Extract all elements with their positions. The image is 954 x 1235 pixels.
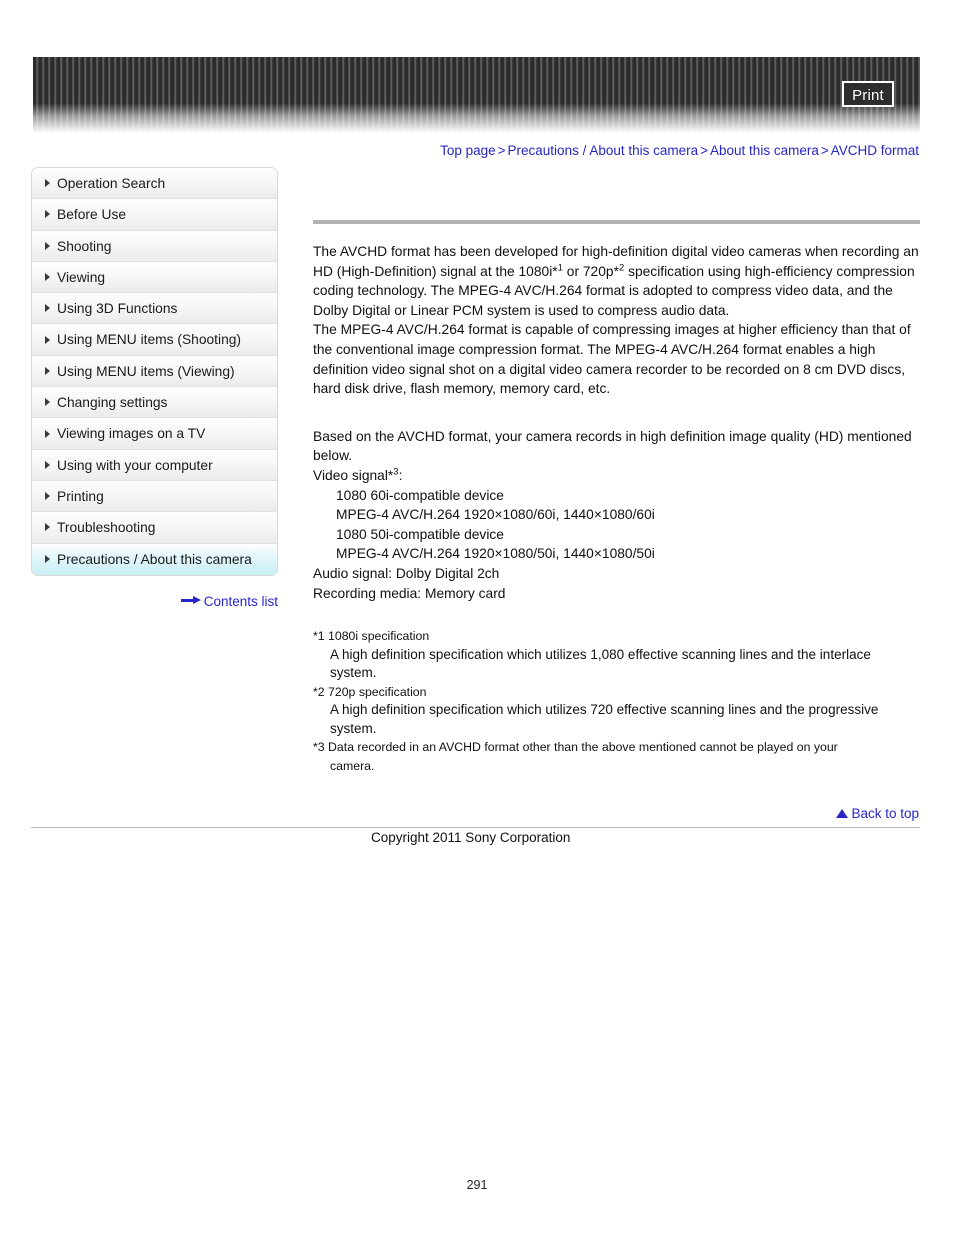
sidebar-item-using-menu-items-shooting[interactable]: Using MENU items (Shooting)	[32, 324, 277, 356]
breadcrumb-separator: >	[820, 143, 829, 158]
breadcrumb-item-about-this-camera[interactable]: About this camera	[710, 143, 819, 158]
sidebar-item-label: Troubleshooting	[57, 520, 156, 536]
arrow-right-icon	[180, 596, 201, 605]
spec-line: MPEG-4 AVC/H.264 1920×1080/50i, 1440×108…	[336, 546, 655, 562]
copyright-text: Copyright 2011 Sony Corporation	[371, 830, 571, 845]
video-signal-colon: :	[398, 467, 403, 483]
sidebar-item-label: Shooting	[57, 238, 112, 254]
content-top-rule	[313, 220, 920, 224]
triangle-right-icon	[45, 366, 50, 375]
triangle-right-icon	[45, 179, 50, 188]
main-content: The AVCHD format has been developed for …	[313, 220, 920, 775]
triangle-right-icon	[45, 335, 50, 344]
header-banner: Print	[33, 57, 920, 133]
sidebar-item-changing-settings[interactable]: Changing settings	[32, 387, 277, 419]
footnote-body: A high definition specification which ut…	[330, 702, 879, 736]
print-button[interactable]: Print	[842, 81, 894, 107]
spec-line: 1080 60i-compatible device	[336, 487, 504, 503]
footnote-label: *1 1080i specification	[313, 629, 430, 644]
contents-list-link[interactable]: Contents list	[0, 593, 278, 609]
breadcrumb: Top page > Precautions / About this camera…	[0, 143, 919, 158]
footnote-label: *3 Data recorded in an AVCHD format othe…	[313, 740, 838, 755]
back-to-top-label: Back to top	[851, 806, 919, 821]
footnotes-section: *1 1080i specification A high definition…	[313, 627, 920, 775]
contents-list-label: Contents list	[203, 593, 278, 609]
sidebar-nav: Operation Search Before Use Shooting Vie…	[31, 167, 278, 576]
sidebar-item-label: Before Use	[57, 207, 127, 223]
paragraph-based-on-avchd: Based on the AVCHD format, your camera r…	[313, 428, 912, 464]
triangle-right-icon	[45, 555, 50, 564]
triangle-right-icon	[45, 398, 50, 407]
sidebar-item-label: Using 3D Functions	[57, 301, 178, 317]
sidebar-item-label: Using MENU items (Viewing)	[57, 363, 235, 379]
triangle-right-icon	[45, 492, 50, 501]
paragraph-avchd-intro: The AVCHD format has been developed for …	[313, 242, 920, 320]
sidebar-item-printing[interactable]: Printing	[32, 480, 277, 513]
sidebar-item-using-menu-items-viewing[interactable]: Using MENU items (Viewing)	[32, 355, 277, 388]
sidebar-item-using-3d-functions[interactable]: Using 3D Functions	[32, 293, 277, 325]
page-number: 291	[466, 1178, 488, 1192]
sidebar-item-label: Using with your computer	[57, 457, 213, 473]
triangle-right-icon	[45, 210, 50, 219]
audio-signal-line: Audio signal: Dolby Digital 2ch	[313, 565, 500, 581]
spec-line: 1080 50i-compatible device	[336, 526, 504, 542]
paragraph-part-2: or 720p*	[562, 263, 619, 279]
video-signal-label: Video signal*	[313, 467, 394, 483]
triangle-right-icon	[45, 429, 50, 438]
sidebar-item-label: Using MENU items (Shooting)	[57, 332, 242, 348]
sidebar-item-using-with-your-computer[interactable]: Using with your computer	[32, 449, 277, 481]
triangle-right-icon	[45, 523, 50, 532]
triangle-right-icon	[45, 460, 50, 469]
recording-media-line: Recording media: Memory card	[313, 585, 506, 601]
spec-line: MPEG-4 AVC/H.264 1920×1080/60i, 1440×108…	[336, 507, 655, 523]
sidebar-item-viewing[interactable]: Viewing	[32, 261, 277, 294]
sidebar-item-before-use[interactable]: Before Use	[32, 199, 277, 231]
breadcrumb-item-top-page[interactable]: Top page	[440, 143, 496, 158]
sidebar-item-operation-search[interactable]: Operation Search	[32, 168, 277, 200]
sidebar-item-viewing-images-on-a-tv[interactable]: Viewing images on a TV	[32, 418, 277, 450]
breadcrumb-item-precautions[interactable]: Precautions / About this camera	[508, 143, 699, 158]
breadcrumb-separator: >	[497, 143, 506, 158]
sidebar-item-label: Precautions / About this camera	[57, 551, 252, 567]
video-signal-heading: Video signal*3:	[313, 466, 920, 486]
triangle-up-icon	[836, 808, 849, 818]
sidebar-item-label: Printing	[57, 488, 104, 504]
footnote-body: A high definition specification which ut…	[330, 646, 871, 681]
banner-stripe-texture	[33, 57, 920, 133]
sidebar-item-shooting[interactable]: Shooting	[32, 230, 277, 262]
footnote-body: camera.	[330, 758, 375, 773]
breadcrumb-separator: >	[700, 143, 709, 158]
paragraph-mpeg4-efficiency: The MPEG-4 AVC/H.264 format is capable o…	[313, 322, 911, 397]
footnote-label: *2 720p specification	[313, 684, 427, 699]
sidebar-item-label: Viewing images on a TV	[57, 426, 206, 442]
sidebar-item-troubleshooting[interactable]: Troubleshooting	[32, 512, 277, 544]
triangle-right-icon	[45, 241, 50, 250]
sidebar-item-label: Viewing	[57, 269, 106, 285]
sidebar-item-label: Changing settings	[57, 395, 168, 411]
triangle-right-icon	[45, 304, 50, 313]
sidebar-item-label: Operation Search	[57, 176, 166, 191]
triangle-right-icon	[45, 273, 50, 282]
breadcrumb-item-avchd-format[interactable]: AVCHD format	[831, 143, 919, 158]
back-to-top-link[interactable]: Back to top	[0, 806, 919, 821]
sidebar-item-precautions-about-this-camera[interactable]: Precautions / About this camera	[32, 543, 277, 575]
